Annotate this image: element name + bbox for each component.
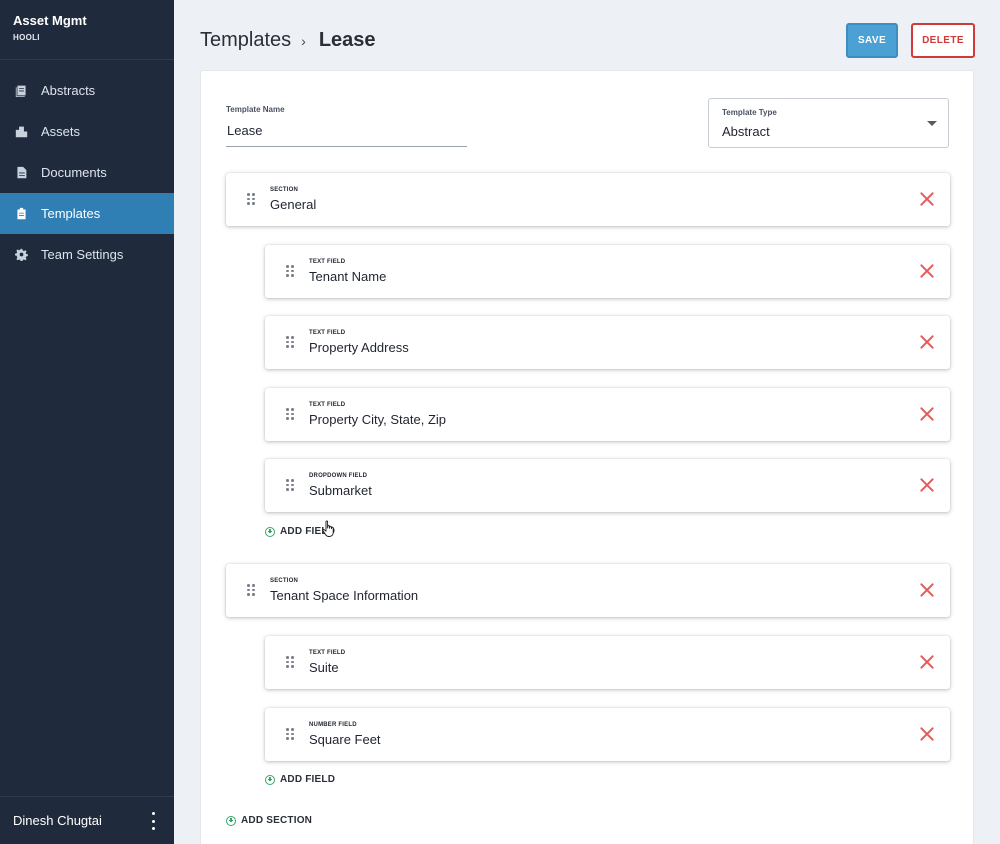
hand-cursor-icon [322, 520, 334, 537]
sidebar-item-team-settings[interactable]: Team Settings [0, 234, 174, 275]
section-name: Tenant Space Information [270, 588, 419, 603]
sidebar-item-label: Templates [41, 206, 101, 221]
field-row: TEXT FIELD Suite [265, 636, 950, 689]
sidebar-item-abstracts[interactable]: Abstracts [0, 70, 174, 111]
user-name: Dinesh Chugtai [13, 813, 102, 828]
save-button[interactable]: SAVE [846, 23, 898, 58]
remove-icon[interactable] [920, 655, 934, 669]
drag-handle-icon[interactable] [286, 265, 294, 277]
field-row: DROPDOWN FIELD Submarket [265, 459, 950, 512]
drag-handle-icon[interactable] [247, 584, 255, 596]
add-field-button[interactable]: ADD FIELD [265, 774, 335, 785]
template-type-value: Abstract [722, 124, 770, 139]
remove-icon[interactable] [920, 192, 934, 206]
sidebar-nav: Abstracts Assets Documents Templates Tea… [0, 70, 174, 275]
section-row: SECTION Tenant Space Information [226, 564, 950, 617]
template-name-label: Template Name [226, 105, 285, 114]
app-title: Asset Mgmt [13, 13, 87, 28]
sidebar-item-templates[interactable]: Templates [0, 193, 174, 234]
template-editor-card: Template Name Template Type Abstract SEC… [200, 70, 974, 844]
gear-icon [14, 248, 28, 262]
org-name: HOOLI [13, 33, 40, 42]
drag-handle-icon[interactable] [247, 193, 255, 205]
sidebar-item-label: Assets [41, 124, 81, 139]
clipboard-icon [14, 207, 28, 221]
sidebar: Asset Mgmt HOOLI Abstracts Assets Docume… [0, 0, 174, 844]
remove-icon[interactable] [920, 335, 934, 349]
field-row: TEXT FIELD Property City, State, Zip [265, 388, 950, 441]
breadcrumb-separator-icon: › [301, 32, 306, 49]
page-header: Templates › Lease SAVE DELETE [174, 0, 1000, 70]
field-name: Submarket [309, 483, 372, 498]
drag-handle-icon[interactable] [286, 408, 294, 420]
section-name: General [270, 197, 317, 212]
template-name-input[interactable] [226, 119, 467, 147]
add-section-button[interactable]: ADD SECTION [226, 815, 312, 826]
sidebar-item-label: Team Settings [41, 247, 124, 262]
add-field-label: ADD FIELD [280, 774, 336, 785]
field-type-label: NUMBER FIELD [309, 722, 357, 728]
remove-icon[interactable] [920, 407, 934, 421]
field-name: Tenant Name [309, 269, 387, 284]
drag-handle-icon[interactable] [286, 479, 294, 491]
remove-icon[interactable] [920, 264, 934, 278]
brand: Asset Mgmt HOOLI [0, 0, 174, 60]
field-type-label: TEXT FIELD [309, 259, 346, 265]
field-name: Square Feet [309, 732, 381, 747]
template-type-select[interactable]: Template Type Abstract [708, 98, 949, 148]
field-row: TEXT FIELD Property Address [265, 316, 950, 369]
remove-icon[interactable] [920, 478, 934, 492]
field-name: Property Address [309, 340, 409, 355]
add-section-label: ADD SECTION [241, 815, 313, 826]
sidebar-item-documents[interactable]: Documents [0, 152, 174, 193]
plus-circle-icon [265, 774, 275, 785]
drag-handle-icon[interactable] [286, 656, 294, 668]
field-row: NUMBER FIELD Square Feet [265, 708, 950, 761]
row-type-label: SECTION [270, 187, 299, 193]
user-bar: Dinesh Chugtai [0, 796, 174, 844]
section-row: SECTION General [226, 173, 950, 226]
book-stack-icon [14, 84, 28, 98]
breadcrumb-parent[interactable]: Templates [200, 29, 291, 52]
field-type-label: TEXT FIELD [309, 330, 346, 336]
document-icon [14, 166, 28, 180]
drag-handle-icon[interactable] [286, 728, 294, 740]
remove-icon[interactable] [920, 727, 934, 741]
field-name: Suite [309, 660, 339, 675]
field-type-label: DROPDOWN FIELD [309, 473, 368, 479]
field-row: TEXT FIELD Tenant Name [265, 245, 950, 298]
delete-button[interactable]: DELETE [911, 23, 975, 58]
field-type-label: TEXT FIELD [309, 650, 346, 656]
kebab-menu-icon[interactable] [150, 812, 156, 830]
breadcrumb: Templates › Lease [200, 29, 376, 52]
plus-circle-icon [226, 815, 236, 826]
sidebar-item-label: Documents [41, 165, 107, 180]
field-name: Property City, State, Zip [309, 412, 447, 427]
row-type-label: SECTION [270, 578, 299, 584]
drag-handle-icon[interactable] [286, 336, 294, 348]
sidebar-item-assets[interactable]: Assets [0, 111, 174, 152]
remove-icon[interactable] [920, 583, 934, 597]
building-icon [14, 125, 28, 139]
template-type-label: Template Type [722, 108, 777, 117]
page-title: Lease [318, 29, 376, 51]
field-type-label: TEXT FIELD [309, 402, 346, 408]
caret-down-icon [927, 121, 937, 126]
plus-circle-icon [265, 526, 275, 537]
sidebar-item-label: Abstracts [41, 83, 96, 98]
